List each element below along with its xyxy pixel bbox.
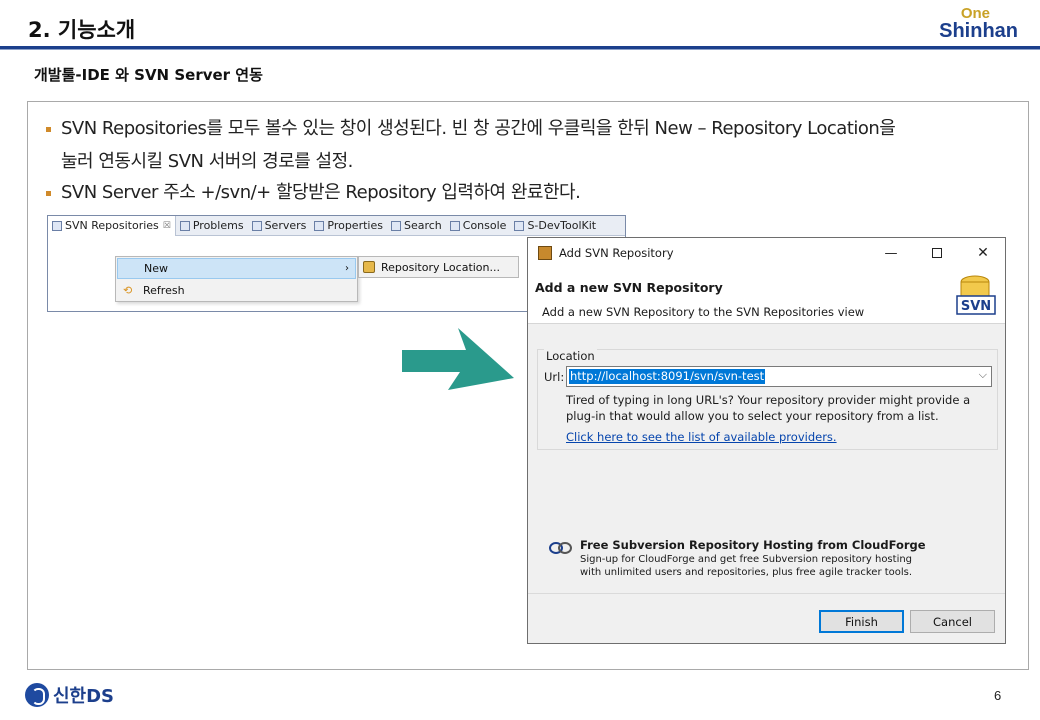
view-tab-bar: SVN Repositories ☒ Problems Servers Prop…: [48, 215, 625, 236]
tab-console[interactable]: Console: [446, 216, 511, 236]
location-hint-text: Tired of typing in long URL's? Your repo…: [566, 393, 971, 423]
tab-label: Properties: [327, 219, 383, 232]
header-divider-thin: [0, 49, 1040, 50]
dialog-titlebar: Add SVN Repository — ✕: [528, 238, 1005, 268]
cloudforge-description: Sign-up for CloudForge and get free Subv…: [580, 553, 912, 579]
dialog-button-divider: [528, 593, 1005, 594]
tab-label: Servers: [264, 219, 307, 232]
close-button[interactable]: ✕: [960, 238, 1006, 268]
svn-badge-text: SVN: [961, 299, 991, 314]
url-label: Url:: [544, 370, 565, 384]
tab-label: Console: [462, 219, 507, 232]
url-combobox[interactable]: http://localhost:8091/svn/svn-test ⌵: [566, 366, 992, 387]
tab-problems[interactable]: Problems: [176, 216, 248, 236]
cloudforge-desc-line1: Sign-up for CloudForge and get free Subv…: [580, 554, 913, 565]
minimize-button[interactable]: —: [868, 238, 914, 268]
cloudforge-title: Free Subversion Repository Hosting from …: [580, 538, 926, 552]
page-number: 6: [994, 688, 1002, 703]
tab-properties[interactable]: Properties: [310, 216, 387, 236]
arrow-icon: [402, 328, 514, 390]
refresh-icon: ⟲: [123, 284, 133, 297]
repository-location-icon: [363, 261, 375, 273]
add-svn-repository-dialog: Add SVN Repository — ✕ Add a new SVN Rep…: [527, 237, 1006, 644]
chevron-down-icon[interactable]: ⌵: [979, 368, 987, 382]
menu-item-repository-location[interactable]: Repository Location...: [358, 256, 519, 278]
tab-s-devtoolkit[interactable]: S-DevToolKit: [510, 216, 600, 236]
footer-brand-text: 신한DS: [53, 686, 115, 707]
bullet-marker: [46, 126, 51, 132]
bullet-1-continued: 눌러 연동시킬 SVN 서버의 경로를 설정.: [46, 147, 353, 173]
tab-servers[interactable]: Servers: [248, 216, 311, 236]
location-group: Location Url: http://localhost:8091/svn/…: [537, 349, 998, 450]
bullet-2-line1: SVN Server 주소 +/svn/+ 할당받은 Repository 입력…: [61, 182, 581, 203]
search-icon: [390, 220, 401, 231]
bullet-1: SVN Repositories를 모두 볼수 있는 창이 생성된다. 빈 창 …: [46, 114, 896, 140]
cancel-button[interactable]: Cancel: [910, 610, 995, 633]
properties-icon: [314, 220, 325, 231]
url-input-value[interactable]: http://localhost:8091/svn/svn-test: [569, 369, 766, 384]
close-icon[interactable]: ☒: [163, 221, 171, 231]
tab-search[interactable]: Search: [387, 216, 446, 236]
svn-repo-icon: [52, 220, 62, 231]
chevron-right-icon: ›: [345, 263, 349, 274]
dialog-window-title: Add SVN Repository: [559, 246, 674, 260]
logo-shinhan-text: Shinhan: [939, 20, 1018, 42]
bullet-1-line2: 눌러 연동시킬 SVN 서버의 경로를 설정.: [61, 151, 353, 172]
maximize-icon: [932, 248, 942, 258]
page-title: 2. 기능소개: [28, 18, 136, 42]
shinhan-emblem-icon: [25, 683, 49, 707]
dialog-header-description: Add a new SVN Repository to the SVN Repo…: [542, 305, 865, 319]
maximize-button[interactable]: [914, 238, 960, 268]
menu-item-repository-location-label: Repository Location...: [381, 260, 501, 274]
dialog-header-title: Add a new SVN Repository: [535, 280, 723, 295]
problems-icon: [179, 220, 190, 231]
footer-brand: 신한DS: [25, 682, 114, 708]
console-icon: [449, 220, 460, 231]
cloudforge-desc-line2: with unlimited users and repositories, p…: [580, 567, 913, 578]
menu-item-new[interactable]: New ›: [117, 258, 356, 279]
menu-item-refresh[interactable]: ⟲ Refresh: [117, 280, 356, 301]
bullet-2: SVN Server 주소 +/svn/+ 할당받은 Repository 입력…: [46, 178, 581, 204]
menu-item-refresh-label: Refresh: [143, 284, 185, 297]
svn-logo-icon: SVN: [956, 275, 996, 315]
logo-one-text: One: [960, 5, 990, 22]
tab-label: SVN Repositories: [65, 219, 159, 232]
available-providers-link[interactable]: Click here to see the list of available …: [566, 430, 837, 444]
bullet-marker: [46, 190, 51, 196]
tab-label: Search: [403, 219, 442, 232]
menu-item-new-label: New: [144, 262, 168, 275]
bullet-1-line1: SVN Repositories를 모두 볼수 있는 창이 생성된다. 빈 창 …: [61, 118, 896, 139]
tab-label: S-DevToolKit: [527, 219, 597, 232]
section-subtitle: 개발툴-IDE 와 SVN Server 연동: [34, 66, 263, 84]
cloudforge-icon: [549, 542, 572, 554]
tab-label: Problems: [192, 219, 244, 232]
app-icon: [538, 246, 552, 260]
location-legend: Location: [544, 349, 597, 363]
toolkit-icon: [514, 220, 525, 231]
tab-svn-repositories[interactable]: SVN Repositories ☒: [48, 215, 176, 236]
finish-button[interactable]: Finish: [819, 610, 904, 633]
context-menu: New › ⟲ Refresh: [115, 256, 358, 302]
servers-icon: [251, 220, 262, 231]
dialog-header: Add a new SVN Repository Add a new SVN R…: [528, 268, 1005, 324]
shinhan-logo: One Shinhan: [939, 6, 1018, 41]
